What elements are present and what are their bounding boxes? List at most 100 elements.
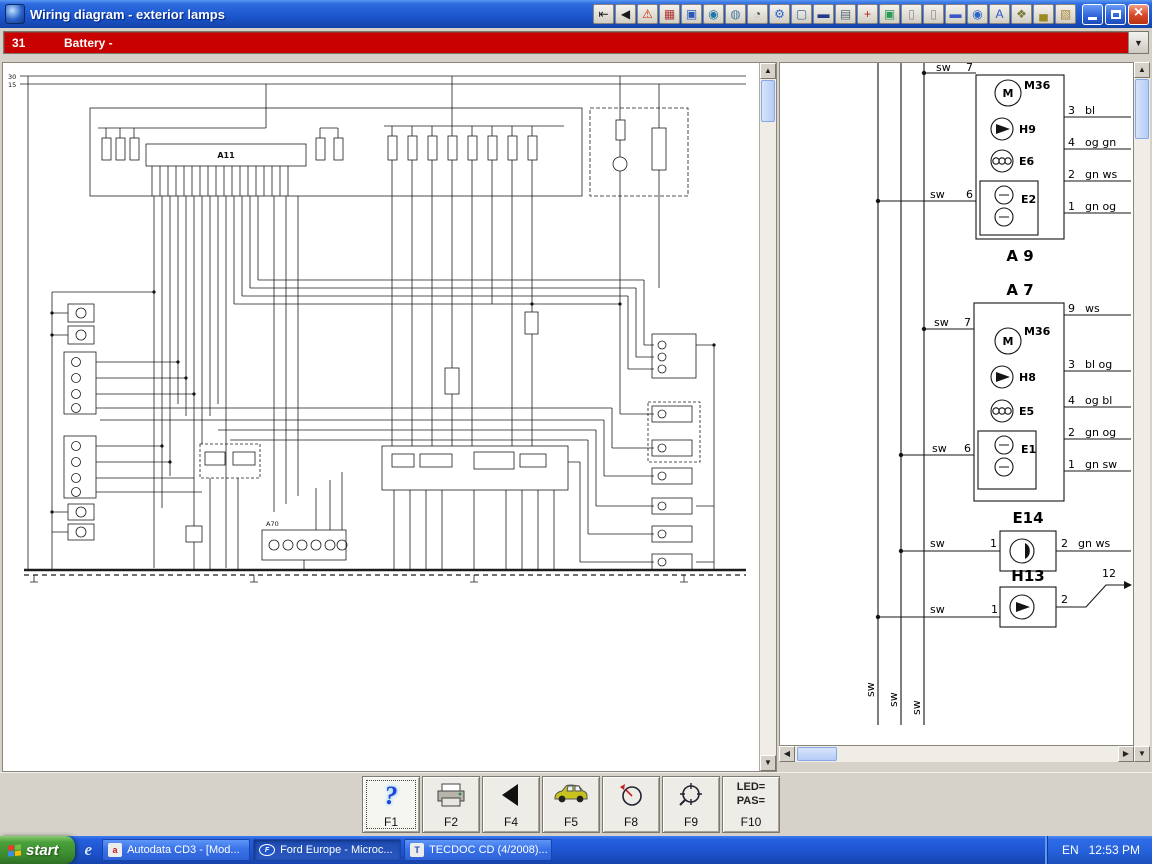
a7-pin4-color: og bl (1085, 394, 1112, 407)
f2-print-button[interactable]: F2 (422, 776, 480, 833)
selector-label: Battery - (64, 36, 113, 50)
detail-horizontal-scrollbar[interactable]: ◀ ▶ (779, 746, 1134, 762)
wiring-diagram-svg[interactable]: 30 15 A11 A70 (4, 64, 760, 770)
a7-pin9: 9 (1068, 302, 1075, 315)
clock-icon[interactable]: ◔ (747, 4, 768, 24)
left-pane-vertical-scrollbar[interactable]: ▲ ▼ (759, 63, 776, 771)
web-icon[interactable]: ◉ (967, 4, 988, 24)
motor-symbol: M (1003, 87, 1014, 100)
a7-pin3: 3 (1068, 358, 1075, 371)
selector-dropdown-button[interactable]: ▼ (1128, 32, 1148, 53)
a9-wire-sw6-color: sw (930, 188, 945, 201)
detail-diagram-svg[interactable]: sw 7 M M36 H9 E6 E2 3 bl 4 og gn 2 gn ws… (780, 63, 1133, 745)
system-tray: EN 12:53 PM (1047, 836, 1152, 864)
a9-pin6: 6 (966, 188, 973, 201)
a9-title: A 9 (1006, 247, 1033, 265)
minimize-button[interactable] (1082, 4, 1103, 25)
maximize-button[interactable] (1105, 4, 1126, 25)
a9-pin1: 1 (1068, 200, 1075, 213)
selector-code: 31 (12, 36, 64, 50)
title-bar[interactable]: Wiring diagram - exterior lamps ⇤◀⚠▦▣◉◍◔… (0, 0, 1152, 28)
bottom-wire-sw-2: sw (887, 692, 900, 707)
f4-label: F4 (504, 815, 518, 829)
a9-motor-label: M36 (1024, 79, 1051, 92)
vehicle-icon[interactable]: ▄ (1033, 4, 1054, 24)
f4-back-button[interactable]: F4 (482, 776, 540, 833)
document-2-icon[interactable]: ▯ (923, 4, 944, 24)
a9-pin1-color: gn og (1085, 200, 1116, 213)
exit-icon[interactable]: ▧ (1055, 4, 1076, 24)
repair-icon[interactable]: + (857, 4, 878, 24)
e14-pin2-color: gn ws (1078, 537, 1110, 550)
globe-icon[interactable]: ◉ (703, 4, 724, 24)
screen-icon[interactable]: ▢ (791, 4, 812, 24)
scroll-up-button[interactable]: ▲ (760, 63, 776, 79)
go-back-icon[interactable]: ◀ (615, 4, 636, 24)
h13-wire-color: sw (930, 603, 945, 616)
detail-vertical-scrollbar[interactable]: ▲ ▼ (1134, 62, 1150, 762)
print-icon[interactable]: ▤ (835, 4, 856, 24)
service-data-icon[interactable]: ▦ (659, 4, 680, 24)
tecdoc-icon: T (410, 843, 424, 857)
e14-pin1: 1 (990, 537, 997, 550)
text-size-icon[interactable]: A (989, 4, 1010, 24)
selector-field[interactable]: 31 Battery - (4, 32, 1128, 53)
h13-pin12: 12 (1102, 567, 1116, 580)
a7-pin7: 7 (964, 316, 971, 329)
close-button[interactable]: × (1128, 4, 1149, 25)
pas-label: PAS= (737, 795, 765, 809)
a7-pin4: 4 (1068, 394, 1075, 407)
taskbar-item-autodata[interactable]: a Autodata CD3 - [Mod... (102, 839, 250, 861)
scroll-thumb[interactable] (797, 747, 837, 761)
f1-help-button[interactable]: ? F1 (362, 776, 420, 833)
scroll-down-button[interactable]: ▼ (760, 755, 776, 771)
unit-a70-label: A70 (266, 520, 279, 528)
led-label: LED= (737, 781, 765, 795)
chevron-down-icon: ▼ (1134, 38, 1143, 48)
internet-explorer-icon[interactable]: e (85, 840, 93, 860)
display-icon[interactable]: ▣ (879, 4, 900, 24)
a9-pin2-color: gn ws (1085, 168, 1117, 181)
taskbar-clock[interactable]: 12:53 PM (1089, 843, 1140, 857)
scroll-up-button[interactable]: ▲ (1134, 62, 1150, 78)
taskbar-item-tecdoc[interactable]: T TECDOC CD (4/2008)... (404, 839, 552, 861)
function-toolbar: ? F1 F2 F4 (0, 772, 1152, 837)
document-icon[interactable]: ▯ (901, 4, 922, 24)
notes-icon[interactable]: ▬ (945, 4, 966, 24)
parts-icon[interactable]: ❖ (1011, 4, 1032, 24)
f9-zoom-button[interactable]: F9 (662, 776, 720, 833)
a9-c1-label: H9 (1019, 123, 1036, 136)
a7-c2-label: E5 (1019, 405, 1034, 418)
go-first-icon[interactable]: ⇤ (593, 4, 614, 24)
scroll-thumb[interactable] (1135, 79, 1149, 139)
monitor-icon[interactable]: ▣ (681, 4, 702, 24)
a7-pin9-color: ws (1085, 302, 1100, 315)
f8-locate-button[interactable]: F8 (602, 776, 660, 833)
detail-diagram[interactable]: sw 7 M M36 H9 E6 E2 3 bl 4 og gn 2 gn ws… (779, 62, 1134, 746)
autodata-icon: a (108, 843, 122, 857)
start-button[interactable]: start (0, 836, 75, 864)
a7-pin2: 2 (1068, 426, 1075, 439)
scroll-right-button[interactable]: ▶ (1118, 746, 1134, 762)
scroll-left-button[interactable]: ◀ (779, 746, 795, 762)
detail-pane: sw 7 M M36 H9 E6 E2 3 bl 4 og gn 2 gn ws… (779, 62, 1150, 762)
a9-pin7: 7 (966, 63, 973, 74)
settings-icon[interactable]: ⚙ (769, 4, 790, 24)
wiring-diagram[interactable]: 30 15 A11 A70 (4, 64, 760, 770)
warning-icon[interactable]: ⚠ (637, 4, 658, 24)
scroll-thumb[interactable] (761, 80, 775, 122)
language-indicator[interactable]: EN (1062, 843, 1079, 857)
world-icon[interactable]: ◍ (725, 4, 746, 24)
window-title: Wiring diagram - exterior lamps (30, 7, 225, 22)
f5-vehicle-button[interactable]: F5 (542, 776, 600, 833)
f10-lamp-type-button[interactable]: LED= PAS= F10 (722, 776, 780, 833)
save-icon[interactable]: ▬ (813, 4, 834, 24)
scroll-down-button[interactable]: ▼ (1134, 746, 1150, 762)
task-label: TECDOC CD (4/2008)... (429, 844, 548, 856)
taskbar-item-ford[interactable]: F Ford Europe - Microc... (253, 839, 401, 861)
a7-pin6: 6 (964, 442, 971, 455)
system-selector-combobox[interactable]: 31 Battery - ▼ (3, 31, 1149, 54)
h13-pin2: 2 (1061, 593, 1068, 606)
arrow-up-icon: ▲ (764, 67, 772, 75)
minimize-icon (1088, 17, 1097, 20)
